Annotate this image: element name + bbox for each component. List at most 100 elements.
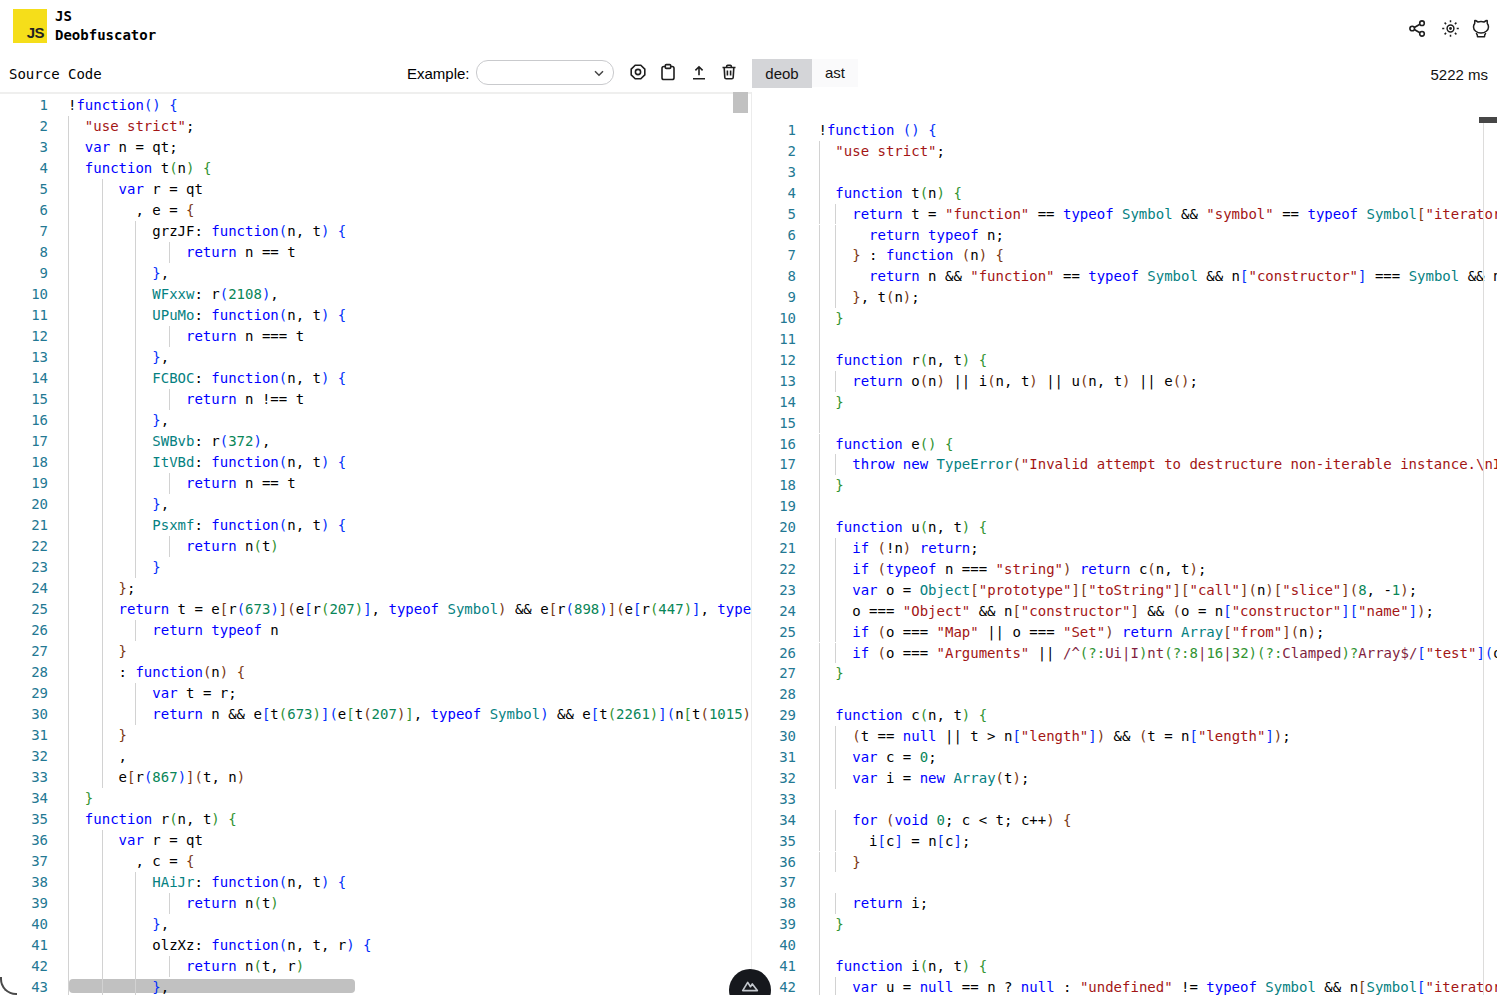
code-line: return t = e[r(673)](e[r(207)], typeof S… [68,599,751,620]
line-number: 42 [0,956,48,977]
line-number: 1 [0,95,48,116]
line-number: 20 [752,517,796,538]
code-line: if (!n) return; [819,538,979,559]
line-number: 21 [752,538,796,559]
code-line: return n == t [68,473,296,494]
line-number: 32 [752,768,796,789]
line-number: 30 [0,704,48,725]
line-number: 10 [752,308,796,329]
code-line: } : function (n) { [819,245,1005,266]
code-line: return n && e[t(673)](e[t(207)], typeof … [68,704,751,725]
line-number: 2 [0,116,48,137]
tab-ast[interactable]: ast [812,59,858,87]
line-number: 7 [752,245,796,266]
line-number: 36 [0,830,48,851]
code-line: var r = qt [68,179,203,200]
code-line: : function(n) { [68,662,245,683]
js-logo: JS [13,9,47,43]
line-number: 6 [0,200,48,221]
code-line: return n == t [68,242,296,263]
upload-button[interactable] [689,62,709,82]
line-number: 19 [752,496,796,517]
line-number: 7 [0,221,48,242]
code-line: (t == null || t > n["length"]) && (t = n… [819,726,1291,747]
code-line: }, [68,914,169,935]
line-number: 21 [0,515,48,536]
code-line: if (typeof n === "string") return c(n, t… [819,559,1207,580]
code-line: }, [68,410,169,431]
right-vertical-scrollbar-thumb[interactable] [1479,117,1497,123]
code-line: } [819,852,861,873]
line-number: 25 [0,599,48,620]
code-line: return i; [819,893,929,914]
code-line: SWBvb: r(372), [68,431,270,452]
output-editor[interactable]: 1!function () {2 "use strict";34 functio… [752,88,1497,995]
line-number: 22 [752,559,796,580]
indent-guide [819,496,820,517]
line-number: 23 [752,580,796,601]
code-line: UPuMo: function(n, t) { [68,305,346,326]
code-line: var t = r; [68,683,237,704]
code-line: "use strict"; [68,116,194,137]
code-line: FCBOC: function(n, t) { [68,368,346,389]
line-number: 11 [752,329,796,350]
app-title: JS Deobfuscator [55,7,156,45]
code-line: var i = new Array(t); [819,768,1030,789]
code-line: !function() { [68,95,178,116]
code-line: return n && "function" == typeof Symbol … [819,266,1497,287]
line-number: 26 [752,643,796,664]
source-editor[interactable]: 1!function() {2 "use strict";3 var n = q… [0,92,751,995]
code-line: throw new TypeError("Invalid attempt to … [819,454,1497,475]
panel-divider [751,92,752,995]
code-line: }, t(n); [819,287,920,308]
paste-button[interactable] [658,62,678,82]
left-vertical-scrollbar-thumb[interactable] [733,92,748,113]
line-number: 5 [752,204,796,225]
source-code-label: Source Code [9,66,102,82]
code-line: return o(n) || i(n, t) || u(n, t) || e()… [819,371,1198,392]
code-line: HAiJr: function(n, t) { [68,872,346,893]
line-number: 39 [0,893,48,914]
line-number: 5 [0,179,48,200]
code-line: }; [68,578,135,599]
line-number: 15 [752,413,796,434]
line-number: 29 [0,683,48,704]
code-line: } [68,641,127,662]
line-number: 25 [752,622,796,643]
code-line: return n(t) [68,893,279,914]
code-line: function e() { [819,434,954,455]
code-line: }, [68,347,169,368]
code-line: return n === t [68,326,304,347]
trash-button[interactable] [719,62,739,82]
code-line: var o = Object["prototype"]["toString"][… [819,580,1418,601]
example-select[interactable] [476,60,614,85]
line-number: 11 [0,305,48,326]
code-line: ItVBd: function(n, t) { [68,452,346,473]
line-number: 4 [752,183,796,204]
share-icon[interactable] [1408,19,1427,38]
indent-guide [819,684,820,705]
github-icon[interactable] [1471,19,1490,38]
line-number: 2 [752,141,796,162]
code-line: return n !== t [68,389,304,410]
code-line: } [819,475,844,496]
theme-toggle-icon[interactable] [1441,19,1460,38]
line-number: 12 [752,350,796,371]
line-number: 15 [0,389,48,410]
indent-guide [819,162,820,183]
line-number: 3 [0,137,48,158]
code-line: o === "Object" && n["constructor"] && (o… [819,601,1434,622]
line-number: 17 [752,454,796,475]
code-line: }, [68,977,169,995]
tab-deob[interactable]: deob [752,59,812,88]
line-number: 20 [0,494,48,515]
code-line: function r(n, t) { [819,350,988,371]
line-number: 17 [0,431,48,452]
code-line: } [819,663,844,684]
line-number: 37 [752,872,796,893]
settings-button[interactable] [628,62,648,82]
code-line: function u(n, t) { [819,517,988,538]
line-number: 41 [0,935,48,956]
code-line: !function () { [819,120,937,141]
code-line: if (o === "Arguments" || /^(?:Ui|I)nt(?:… [819,643,1497,664]
